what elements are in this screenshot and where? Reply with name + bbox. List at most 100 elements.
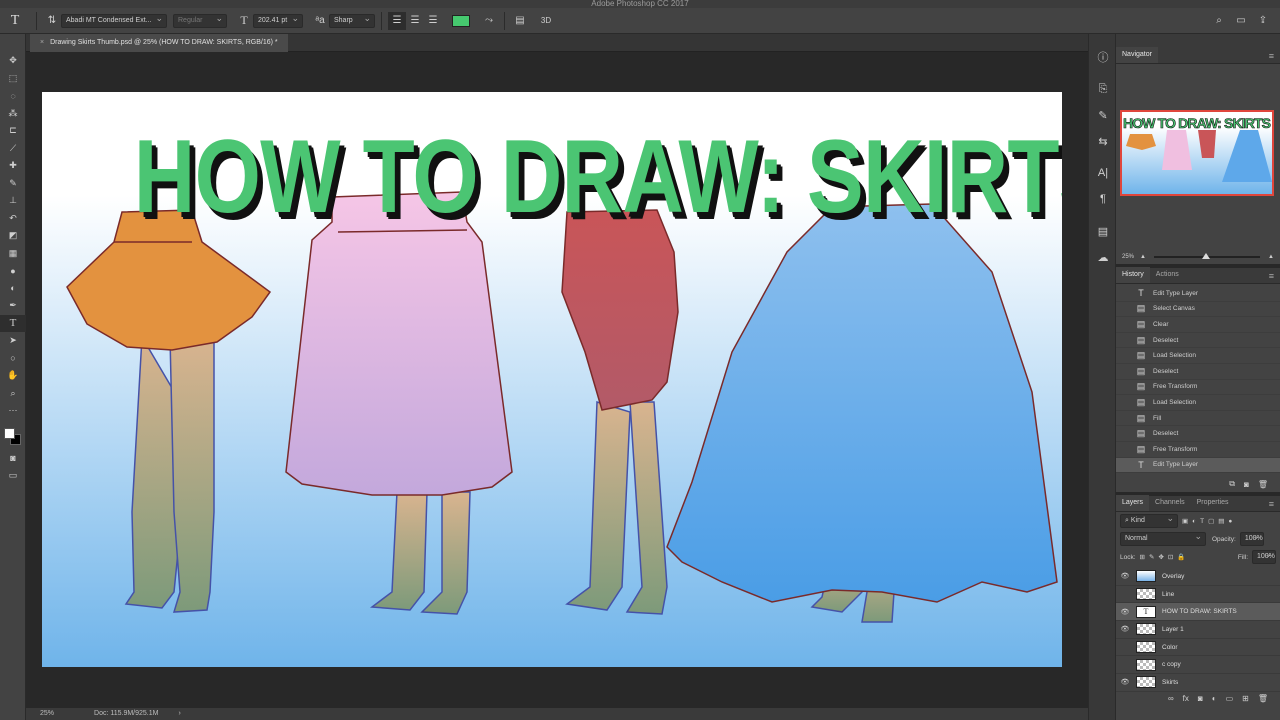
lock-artboard-icon[interactable]: ⊡	[1168, 553, 1173, 561]
link-layers-icon[interactable]: ∞	[1168, 694, 1174, 703]
text-orientation-icon[interactable]: ⇅	[43, 12, 61, 30]
font-family-select[interactable]: Abadi MT Condensed Ext...	[61, 12, 167, 28]
adjustment-filter-icon[interactable]: ◐	[1192, 518, 1196, 525]
marquee-tool-icon[interactable]: ⬚	[0, 70, 26, 88]
type-tool-preset-icon[interactable]: T	[0, 11, 30, 31]
layer-style-icon[interactable]: fx	[1183, 694, 1189, 703]
opacity-field[interactable]: 100%	[1239, 530, 1264, 546]
magic-wand-tool-icon[interactable]: ⁂	[0, 105, 26, 123]
history-item[interactable]: ▤ Deselect	[1116, 333, 1280, 349]
trash-icon[interactable]: 🗑	[1258, 694, 1268, 703]
visibility-eye-icon[interactable]: 👁	[1116, 625, 1134, 633]
document-canvas[interactable]: HOW TO DRAW: SKIRTS	[42, 92, 1062, 667]
align-center-icon[interactable]: ☰	[406, 12, 424, 30]
shape-filter-icon[interactable]: ▢	[1208, 517, 1214, 525]
share-icon[interactable]: ⇪	[1254, 12, 1272, 30]
blend-mode-select[interactable]: Normal	[1120, 530, 1206, 546]
move-tool-icon[interactable]: ✥	[0, 52, 26, 70]
history-item[interactable]: T Edit Type Layer	[1116, 286, 1280, 302]
history-item[interactable]: ▤ Free Transform	[1116, 442, 1280, 458]
add-mask-icon[interactable]: ◙	[1198, 694, 1203, 703]
new-document-from-state-icon[interactable]: ⧉	[1229, 479, 1235, 489]
crop-tool-icon[interactable]: ⊏	[0, 122, 26, 140]
history-item[interactable]: ▤ Load Selection	[1116, 395, 1280, 411]
tab-history[interactable]: History	[1116, 267, 1150, 283]
navigator-thumbnail[interactable]: HOW TO DRAW: SKIRTS	[1120, 110, 1274, 196]
history-item[interactable]: ▤ Deselect	[1116, 426, 1280, 442]
history-item[interactable]: ▤ Load Selection	[1116, 348, 1280, 364]
path-selection-tool-icon[interactable]: ➤	[0, 332, 26, 350]
tab-actions[interactable]: Actions	[1150, 267, 1185, 283]
history-item[interactable]: ▤ Select Canvas	[1116, 302, 1280, 318]
lock-pixels-icon[interactable]: ✎	[1149, 553, 1154, 561]
history-item[interactable]: ▤ Clear	[1116, 317, 1280, 333]
cloud-icon[interactable]: ☁	[1089, 244, 1117, 270]
history-item-current[interactable]: T Edit Type Layer	[1116, 457, 1280, 474]
align-left-icon[interactable]: ☰	[388, 11, 406, 30]
tab-properties[interactable]: Properties	[1191, 495, 1235, 511]
info-icon[interactable]: ⓘ	[1089, 44, 1117, 70]
color-swatches[interactable]	[0, 420, 26, 450]
tab-navigator[interactable]: Navigator	[1116, 47, 1158, 63]
canvas-area[interactable]: HOW TO DRAW: SKIRTS	[26, 52, 1088, 708]
history-brush-tool-icon[interactable]: ↶	[0, 210, 26, 228]
trash-icon[interactable]: 🗑	[1258, 480, 1268, 489]
zoom-in-icon[interactable]: ▲	[1268, 254, 1274, 260]
panel-menu-icon[interactable]: ≡	[1269, 269, 1274, 283]
layer-row-selected[interactable]: 👁 T HOW TO DRAW: SKIRTS	[1116, 603, 1280, 622]
dodge-tool-icon[interactable]: ◐	[0, 280, 26, 298]
navigator-zoom-slider[interactable]	[1153, 253, 1261, 259]
type-filter-icon[interactable]: T	[1200, 518, 1204, 525]
tab-channels[interactable]: Channels	[1149, 495, 1191, 511]
new-layer-icon[interactable]: ⊞	[1242, 694, 1249, 703]
lock-all-icon[interactable]: 🔒	[1177, 553, 1185, 561]
shape-tool-icon[interactable]: ○	[0, 350, 26, 368]
adjustment-layer-icon[interactable]: ◐	[1212, 694, 1217, 703]
hand-tool-icon[interactable]: ✋	[0, 367, 26, 385]
pixel-filter-icon[interactable]: ▣	[1182, 517, 1188, 525]
3d-icon[interactable]: 3D	[537, 12, 555, 30]
layer-row[interactable]: 👁 Skirts	[1116, 674, 1280, 692]
gradient-tool-icon[interactable]: ▦	[0, 245, 26, 263]
foreground-color[interactable]	[4, 427, 15, 439]
status-arrow-icon[interactable]: ›	[178, 708, 180, 720]
brush-settings-icon[interactable]: ✎	[1089, 102, 1117, 128]
visibility-eye-icon[interactable]: 👁	[1116, 678, 1134, 686]
character-panel-icon[interactable]: ▤	[511, 12, 529, 30]
layer-row[interactable]: Color	[1116, 639, 1280, 657]
history-panel-icon[interactable]: ⎘	[1089, 76, 1117, 102]
clone-stamp-tool-icon[interactable]: ⊥	[0, 192, 26, 210]
close-icon[interactable]: ×	[40, 39, 44, 46]
blur-tool-icon[interactable]: ●	[0, 262, 26, 280]
adjustments-icon[interactable]: ⇆	[1089, 128, 1117, 154]
more-tools-icon[interactable]: ⋯	[0, 402, 26, 420]
filter-toggle-icon[interactable]: ●	[1228, 518, 1232, 525]
tab-layers[interactable]: Layers	[1116, 495, 1150, 511]
anti-alias-select[interactable]: Sharp	[329, 12, 375, 28]
warp-text-icon[interactable]: ⤳	[480, 12, 498, 30]
character-icon[interactable]: A|	[1089, 160, 1117, 186]
paragraph-icon[interactable]: ¶	[1089, 186, 1117, 212]
layer-row[interactable]: 👁 Layer 1	[1116, 621, 1280, 639]
canvas-headline-text[interactable]: HOW TO DRAW: SKIRTS	[134, 112, 1062, 242]
font-style-select[interactable]: Regular	[173, 12, 227, 28]
layer-row[interactable]: 👁 Overlay	[1116, 568, 1280, 586]
visibility-eye-icon[interactable]: 👁	[1116, 572, 1134, 580]
type-tool-icon[interactable]: T	[0, 314, 26, 332]
eyedropper-tool-icon[interactable]: ⟋	[0, 140, 26, 158]
fill-field[interactable]: 100%	[1252, 548, 1276, 564]
history-item[interactable]: ▤ Fill	[1116, 411, 1280, 427]
zoom-out-icon[interactable]: ▲	[1140, 254, 1146, 260]
status-zoom[interactable]: 25%	[40, 708, 54, 720]
slider-knob[interactable]	[1201, 253, 1210, 259]
font-size-select[interactable]: 202.41 pt	[253, 12, 303, 28]
zoom-tool-icon[interactable]: ⌕	[0, 385, 26, 403]
lock-position-icon[interactable]: ✥	[1158, 553, 1163, 561]
layer-row[interactable]: c copy	[1116, 656, 1280, 675]
quick-mask-icon[interactable]: ◙	[0, 450, 26, 468]
visibility-eye-icon[interactable]: 👁	[1116, 608, 1134, 616]
navigator-zoom-value[interactable]: 25%	[1122, 254, 1134, 260]
smart-object-filter-icon[interactable]: ▤	[1218, 517, 1224, 525]
layer-row[interactable]: Line	[1116, 586, 1280, 604]
layer-kind-filter[interactable]: ⌕ Kind	[1120, 512, 1178, 528]
